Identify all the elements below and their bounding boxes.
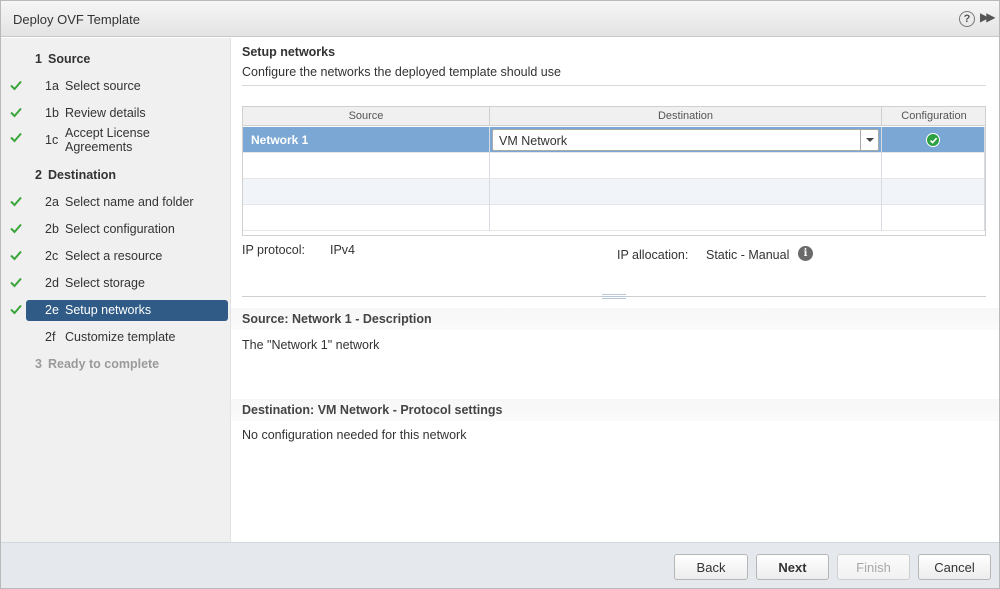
dialog-footer: Back Next Finish Cancel: [1, 542, 999, 588]
step-number: 2c: [45, 249, 59, 263]
step-number: 1: [35, 52, 42, 66]
dialog-title: Deploy OVF Template: [13, 12, 140, 27]
empty-cell: [882, 205, 985, 231]
step-label: Select storage: [65, 276, 145, 290]
source-description-text: The "Network 1" network: [242, 338, 380, 352]
check-icon: [10, 80, 22, 91]
wizard-step-2d[interactable]: 2d Select storage: [1, 273, 231, 295]
step-label: Select name and folder: [65, 195, 194, 209]
step-label: Select source: [65, 79, 141, 93]
step-number: 2b: [45, 222, 59, 236]
wizard-step-2[interactable]: 2 Destination: [1, 165, 231, 187]
table-row[interactable]: Network 1 VM Network: [243, 127, 985, 153]
source-network-name: Network 1: [251, 133, 309, 147]
step-label: Ready to complete: [48, 357, 160, 371]
destination-cell: VM Network: [490, 127, 882, 153]
wizard-step-2a[interactable]: 2a Select name and folder: [1, 192, 231, 214]
empty-cell: [243, 179, 490, 205]
empty-cell: [882, 153, 985, 179]
empty-cell: [490, 179, 882, 205]
column-header-destination[interactable]: Destination: [490, 107, 882, 126]
configuration-cell: [882, 127, 985, 153]
wizard-step-1b[interactable]: 1b Review details: [1, 103, 231, 125]
check-icon: [10, 132, 22, 143]
expand-icon[interactable]: ▶▶: [980, 10, 996, 24]
check-icon: [10, 304, 22, 315]
empty-cell: [243, 153, 490, 179]
empty-cell: [882, 179, 985, 205]
wizard-step-2c[interactable]: 2c Select a resource: [1, 246, 231, 268]
step-label: Destination: [48, 168, 117, 182]
step-number: 3: [35, 357, 42, 371]
step-number: 2f: [45, 330, 56, 344]
pane-resize-handle[interactable]: [602, 294, 626, 299]
empty-cell: [490, 153, 882, 179]
source-cell[interactable]: Network 1: [243, 127, 490, 153]
column-header-configuration[interactable]: Configuration: [882, 107, 985, 126]
step-number: 1c: [45, 133, 59, 147]
step-number: 2a: [45, 195, 59, 209]
check-icon: [10, 250, 22, 261]
wizard-step-2f[interactable]: 2f Customize template: [1, 327, 231, 349]
wizard-step-1a[interactable]: 1a Select source: [1, 76, 231, 98]
finish-button[interactable]: Finish: [837, 554, 910, 580]
step-label: Setup networks: [65, 303, 152, 317]
check-icon: [10, 107, 22, 118]
table-header: Source Destination Configuration: [243, 107, 985, 126]
help-icon[interactable]: ?: [959, 11, 975, 27]
destination-protocol-title: Destination: VM Network - Protocol setti…: [242, 403, 503, 417]
wizard-step-1[interactable]: 1 Source: [1, 49, 231, 71]
ip-protocol-value: IPv4: [330, 243, 356, 257]
header-divider: [242, 85, 986, 86]
chevron-down-icon[interactable]: [860, 130, 878, 150]
step-number: 2e: [45, 303, 59, 317]
back-button[interactable]: Back: [674, 554, 748, 580]
wizard-step-3: 3 Ready to complete: [1, 354, 231, 376]
empty-cell: [490, 205, 882, 231]
step-label: Select configuration: [65, 222, 175, 236]
step-number: 1b: [45, 106, 59, 120]
main-content: Setup networks Configure the networks th…: [231, 38, 999, 542]
network-mapping-table: Source Destination Configuration Network…: [242, 106, 986, 236]
source-description-header: Source: Network 1 - Description: [231, 308, 999, 330]
table-row-empty: [243, 153, 985, 179]
source-description-title: Source: Network 1 - Description: [242, 312, 432, 326]
wizard-step-1c[interactable]: 1c Accept License Agreements: [1, 126, 231, 154]
destination-network-select[interactable]: VM Network: [492, 129, 879, 151]
destination-protocol-text: No configuration needed for this network: [242, 428, 467, 442]
table-row-empty: [243, 179, 985, 205]
table-row-empty: [243, 205, 985, 231]
check-icon: [10, 277, 22, 288]
cancel-button[interactable]: Cancel: [918, 554, 991, 580]
page-title: Setup networks: [242, 45, 336, 59]
step-label: Accept License Agreements: [65, 126, 150, 154]
next-button[interactable]: Next: [756, 554, 829, 580]
ip-allocation-label: IP allocation:: [617, 248, 689, 262]
step-label: Source: [48, 52, 91, 66]
check-icon: [10, 223, 22, 234]
check-icon: [10, 196, 22, 207]
step-number: 1a: [45, 79, 59, 93]
step-number: 2: [35, 168, 42, 182]
destination-network-value: VM Network: [499, 134, 568, 148]
destination-protocol-header: Destination: VM Network - Protocol setti…: [231, 399, 999, 421]
deploy-ovf-dialog: Deploy OVF Template ? ▶▶ 1 Source 1a Select…: [0, 0, 1000, 589]
step-label: Select a resource: [65, 249, 163, 263]
check-ok-icon: [926, 133, 940, 147]
step-label: Customize template: [65, 330, 176, 344]
step-number: 2d: [45, 276, 59, 290]
wizard-step-2e[interactable]: 2e Setup networks: [1, 300, 231, 322]
wizard-steps-sidebar: 1 Source 1a Select source 1b Review details 1c…: [1, 38, 231, 542]
wizard-step-2b[interactable]: 2b Select configuration: [1, 219, 231, 241]
ip-allocation-value: Static - Manual: [706, 248, 790, 262]
page-subtitle: Configure the networks the deployed temp…: [242, 65, 561, 79]
ip-protocol-label: IP protocol:: [242, 243, 306, 257]
info-icon[interactable]: i: [798, 246, 813, 261]
column-header-source[interactable]: Source: [243, 107, 490, 126]
step-label: Review details: [65, 106, 146, 120]
title-bar: Deploy OVF Template ? ▶▶: [1, 1, 999, 37]
empty-cell: [243, 205, 490, 231]
